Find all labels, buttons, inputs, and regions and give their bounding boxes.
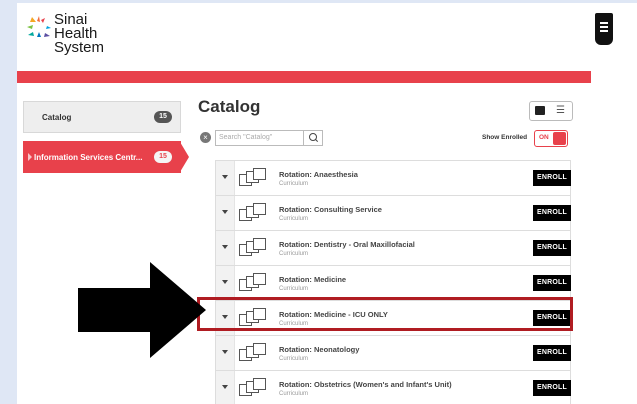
annotation-arrow-icon [78,262,206,358]
curriculum-icon [239,168,267,188]
course-type: Curriculum [279,181,309,187]
menu-icon-line [600,22,608,24]
sidebar-item-catalog[interactable]: Catalog 15 [23,101,181,133]
enroll-button[interactable]: ENROLL [533,345,571,361]
search-row: × Search "Catalog" Show Enrolled ON [200,130,570,147]
expand-toggle[interactable] [216,196,235,230]
course-type: Curriculum [279,391,309,397]
course-row: Rotation: Obstetrics (Women's and Infant… [215,371,571,404]
menu-icon-line [600,30,608,32]
course-title[interactable]: Rotation: Consulting Service [279,205,382,214]
curriculum-icon [239,273,267,293]
course-title[interactable]: Rotation: Dentistry - Oral Maxillofacial [279,240,415,249]
expand-toggle[interactable] [216,231,235,265]
course-row: Rotation: Consulting Service Curriculum … [215,196,571,231]
toggle-state-label: ON [539,134,549,141]
search-input[interactable]: Search "Catalog" [215,130,304,146]
enroll-button[interactable]: ENROLL [533,240,571,256]
search-button[interactable] [303,130,323,146]
logo-icon [27,16,51,37]
view-toggle[interactable]: ☰ [529,101,573,121]
enroll-button[interactable]: ENROLL [533,205,571,221]
page-title: Catalog [198,97,261,116]
course-type: Curriculum [279,216,309,222]
sidebar-item-label: Catalog [42,113,72,122]
menu-icon-line [600,26,608,28]
show-enrolled-label: Show Enrolled [482,134,528,141]
show-enrolled-toggle[interactable]: ON [534,130,568,147]
caret-right-icon [28,153,32,161]
chevron-down-icon [222,280,228,284]
logo-line-3: System [54,39,105,56]
sidebar-item-information-services[interactable]: Information Services Centr... 15 [23,141,189,173]
curriculum-icon [239,203,267,223]
enroll-button[interactable]: ENROLL [533,275,571,291]
course-row: Rotation: Neonatology Curriculum ENROLL [215,336,571,371]
course-type: Curriculum [279,356,309,362]
expand-toggle[interactable] [216,336,235,370]
logo-text: Sinai Health System [54,12,105,56]
chevron-down-icon [222,350,228,354]
chevron-down-icon [222,210,228,214]
chevron-down-icon [222,385,228,389]
course-title[interactable]: Rotation: Neonatology [279,345,359,354]
menu-button[interactable] [595,13,613,45]
chevron-down-icon [222,175,228,179]
count-badge: 15 [154,111,172,123]
search-icon-handle [314,139,319,143]
folder-view-icon[interactable] [535,106,545,115]
clear-search-icon[interactable]: × [200,132,211,143]
sinai-health-logo[interactable]: Sinai Health System [25,12,145,61]
enroll-button[interactable]: ENROLL [533,380,571,396]
course-type: Curriculum [279,286,309,292]
course-row: Rotation: Dentistry - Oral Maxillofacial… [215,231,571,266]
toggle-knob [553,132,566,145]
highlight-box [197,297,573,331]
course-title[interactable]: Rotation: Medicine [279,275,346,284]
expand-toggle[interactable] [216,161,235,195]
count-badge: 15 [154,151,172,163]
sidebar: Catalog 15 Information Services Centr...… [23,101,189,173]
active-pointer [180,142,189,172]
curriculum-icon [239,238,267,258]
course-title[interactable]: Rotation: Anaesthesia [279,170,358,179]
expand-toggle[interactable] [216,371,235,404]
curriculum-icon [239,343,267,363]
list-view-icon[interactable]: ☰ [556,106,566,116]
header-accent-bar [17,71,591,83]
course-title[interactable]: Rotation: Obstetrics (Women's and Infant… [279,380,452,389]
expand-toggle[interactable] [216,266,235,300]
course-row: Rotation: Anaesthesia Curriculum ENROLL [215,160,571,196]
course-row: Rotation: Medicine Curriculum ENROLL [215,266,571,301]
curriculum-icon [239,378,267,398]
sidebar-item-label: Information Services Centr... [34,153,143,162]
chevron-down-icon [222,245,228,249]
course-type: Curriculum [279,251,309,257]
course-list: Rotation: Anaesthesia Curriculum ENROLL … [215,160,571,404]
enroll-button[interactable]: ENROLL [533,170,571,186]
